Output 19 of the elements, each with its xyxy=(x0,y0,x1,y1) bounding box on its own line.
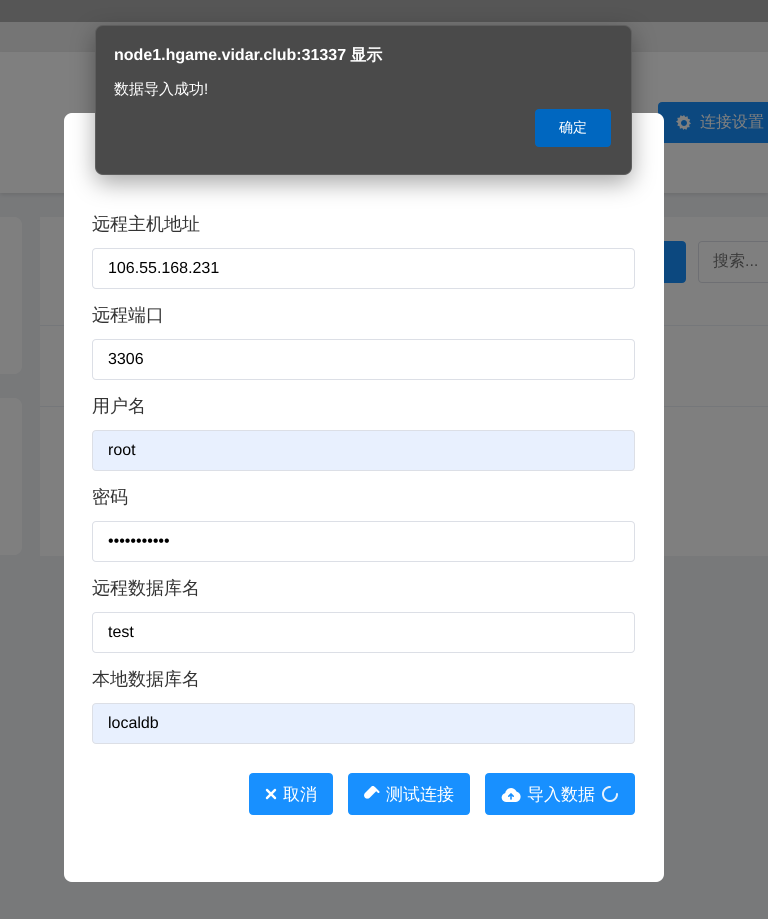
close-icon xyxy=(265,788,277,800)
alert-title: node1.hgame.vidar.club:31337 显示 xyxy=(114,46,384,66)
input-field[interactable]: ••••••••••• xyxy=(92,521,635,562)
input-field[interactable]: root xyxy=(92,430,635,471)
field-label: 密码 xyxy=(92,486,129,509)
alert-message: 数据导入成功! xyxy=(114,80,210,100)
field-label: 远程主机地址 xyxy=(92,213,201,236)
input-field[interactable]: 106.55.168.231 xyxy=(92,248,635,289)
search-field[interactable]: 搜索... xyxy=(698,241,768,283)
ok-button[interactable]: 确定 xyxy=(535,109,611,147)
input-field[interactable]: localdb xyxy=(92,703,635,744)
cloud-upload-icon xyxy=(501,786,521,802)
input-field[interactable]: test xyxy=(92,612,635,653)
field-label: 用户名 xyxy=(92,395,147,418)
input-field[interactable]: 3306 xyxy=(92,339,635,380)
field-label: 远程数据库名 xyxy=(92,577,201,600)
field-label: 本地数据库名 xyxy=(92,668,201,691)
field-label: 远程端口 xyxy=(92,304,165,327)
settings-icon xyxy=(676,114,692,130)
